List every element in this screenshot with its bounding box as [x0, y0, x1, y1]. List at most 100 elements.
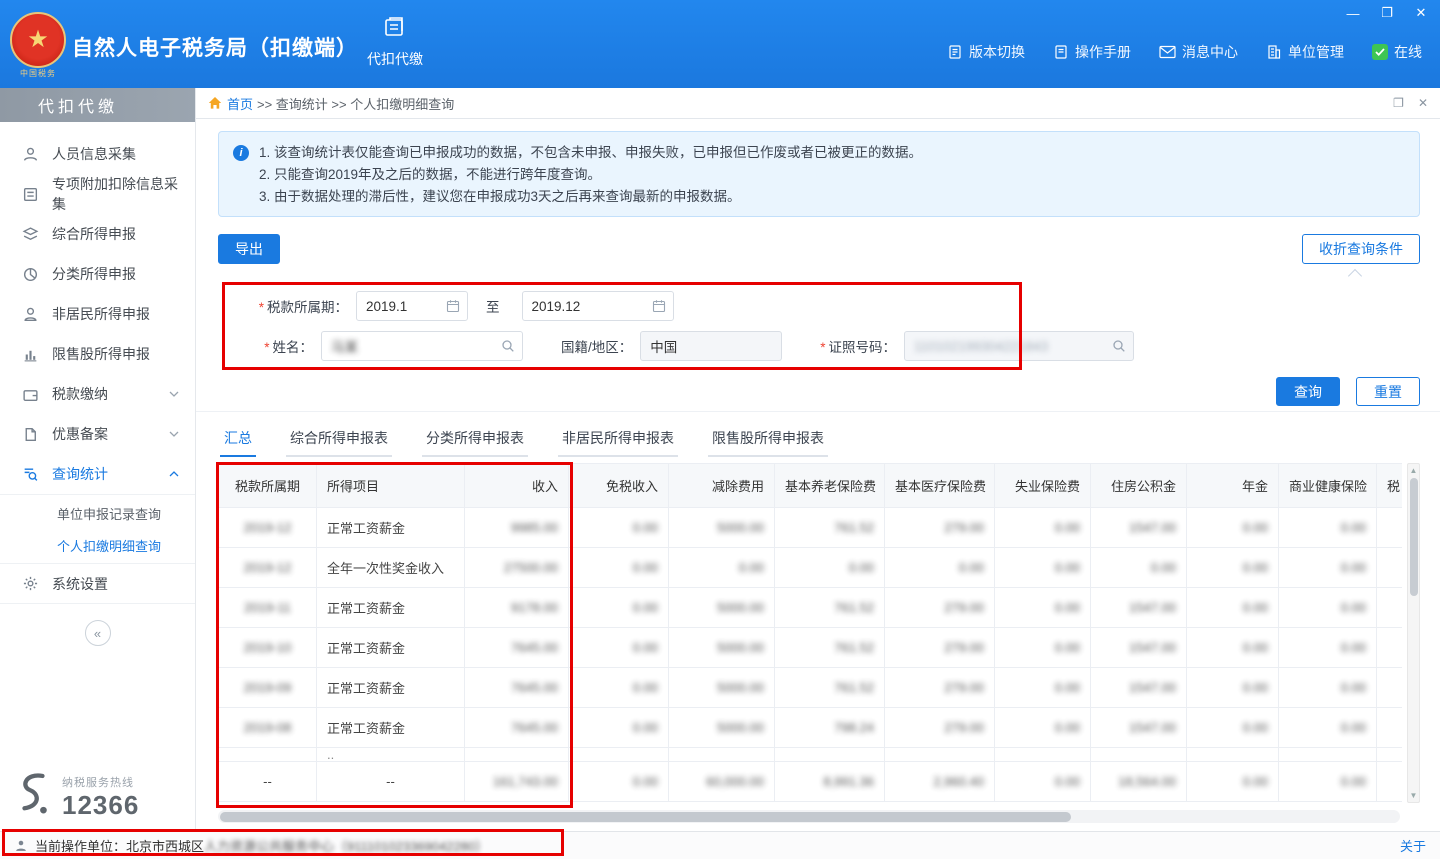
- emblem-star-icon: ★: [27, 28, 49, 52]
- table-row[interactable]: 2019-09正常工资薪金7645.000.005000.00761.52279…: [219, 668, 1403, 708]
- collapse-query-conditions-button[interactable]: 收折查询条件: [1302, 234, 1420, 264]
- reset-button[interactable]: 重置: [1356, 377, 1420, 406]
- table-cell: 9178.00: [465, 588, 569, 628]
- period-from-input[interactable]: 2019.1: [356, 291, 468, 321]
- table-cell: 0.00: [995, 762, 1091, 802]
- vertical-scroll-thumb[interactable]: [1410, 478, 1418, 596]
- person-icon: [22, 146, 39, 163]
- tab-comprehensive-income[interactable]: 综合所得申报表: [286, 421, 392, 457]
- column-header: 税款所属期: [219, 464, 317, 508]
- table-row[interactable]: 2019-11正常工资薪金9178.000.005000.00761.52279…: [219, 588, 1403, 628]
- query-button[interactable]: 查询: [1276, 377, 1340, 406]
- sidebar-item-comprehensive-income[interactable]: 综合所得申报: [0, 214, 195, 254]
- column-header: 失业保险费: [995, 464, 1091, 508]
- calendar-icon[interactable]: [446, 299, 460, 313]
- query-statistics-submenu: 单位申报记录查询 个人扣缴明细查询: [0, 494, 195, 564]
- table-cell: 0.00: [569, 628, 669, 668]
- tab-daikou-daijiao[interactable]: 代扣代缴: [352, 14, 438, 69]
- nationality-label: 国籍/地区：: [561, 336, 632, 356]
- sidebar-item-nonresident-income[interactable]: 非居民所得申报: [0, 294, 195, 334]
- column-header: 年金: [1187, 464, 1279, 508]
- table-cell: [569, 748, 669, 762]
- search-report-icon: [22, 466, 39, 483]
- hotline-logo-icon: [14, 771, 52, 817]
- document-icon: [947, 44, 963, 60]
- about-link[interactable]: 关于: [1400, 836, 1426, 855]
- table-row[interactable]: 2019-10正常工资薪金7645.000.005000.00761.52279…: [219, 628, 1403, 668]
- manual-icon: [1053, 44, 1069, 60]
- restore-button[interactable]: ❐: [1378, 5, 1396, 21]
- breadcrumb-home-link[interactable]: 首页: [227, 94, 253, 113]
- period-to-input[interactable]: 2019.12: [522, 291, 674, 321]
- tab-summary[interactable]: 汇总: [220, 421, 256, 457]
- sidebar-item-restricted-shares[interactable]: 限售股所得申报: [0, 334, 195, 374]
- table-cell: [1377, 628, 1403, 668]
- online-check-icon: [1372, 44, 1388, 60]
- sidebar-item-personal-withholding-detail-query[interactable]: 个人扣缴明细查询: [0, 529, 195, 561]
- id-number-input[interactable]: 110102199304221843: [904, 331, 1134, 361]
- table-row[interactable]: 2019-08正常工资薪金7645.000.005000.00798.24279…: [219, 708, 1403, 748]
- close-button[interactable]: ✕: [1412, 5, 1430, 21]
- sidebar-item-tax-payment[interactable]: 税款缴纳: [0, 374, 195, 414]
- chevron-down-icon: [169, 391, 179, 397]
- pie-chart-icon: [22, 266, 39, 283]
- minimize-button[interactable]: —: [1344, 5, 1362, 21]
- sidebar-item-system-settings[interactable]: 系统设置: [0, 564, 195, 604]
- table-cell: 2,960.40: [885, 762, 995, 802]
- building-icon: [1266, 44, 1282, 60]
- sidebar-item-preferential-filing[interactable]: 优惠备案: [0, 414, 195, 454]
- tab-restricted-shares[interactable]: 限售股所得申报表: [708, 421, 828, 457]
- name-input[interactable]: 马某: [321, 331, 523, 361]
- sidebar-item-unit-declaration-query[interactable]: 单位申报记录查询: [0, 497, 195, 529]
- table-row[interactable]: 2019-12全年一次性奖金收入27500.000.000.000.000.00…: [219, 548, 1403, 588]
- nav-message-center[interactable]: 消息中心: [1159, 42, 1238, 62]
- table-cell: 279.00: [885, 588, 995, 628]
- table-cell: 27500.00: [465, 548, 569, 588]
- form-list-icon: [22, 186, 39, 203]
- panel-restore-icon[interactable]: ❐: [1393, 96, 1404, 110]
- name-label: *姓名：: [218, 336, 313, 356]
- export-button[interactable]: 导出: [218, 234, 280, 264]
- panel-close-icon[interactable]: ✕: [1418, 96, 1428, 110]
- nav-online-status[interactable]: 在线: [1372, 42, 1422, 62]
- table-cell: 5000.00: [669, 668, 775, 708]
- table-cell: 正常工资薪金: [317, 588, 465, 628]
- sidebar-item-special-deduction[interactable]: 专项附加扣除信息采集: [0, 174, 195, 214]
- nationality-input[interactable]: 中国: [640, 331, 782, 361]
- nav-manual[interactable]: 操作手册: [1053, 42, 1131, 62]
- horizontal-scrollbar[interactable]: [218, 810, 1400, 823]
- scroll-down-arrow[interactable]: ▼: [1408, 791, 1419, 800]
- sidebar-collapse-button[interactable]: «: [85, 620, 111, 646]
- table-cell: [995, 748, 1091, 762]
- table-cell: [1377, 548, 1403, 588]
- tab-nonresident-income[interactable]: 非居民所得申报表: [558, 421, 678, 457]
- notice-line-1: 1. 该查询统计表仅能查询已申报成功的数据，不包含未申报、申报失败，已申报但已作…: [259, 142, 1405, 164]
- table-cell: 0.00: [1187, 548, 1279, 588]
- table-row[interactable]: 2019-12正常工资薪金9985.000.005000.00761.52279…: [219, 508, 1403, 548]
- sidebar: 代扣代缴 人员信息采集 专项附加扣除信息采集 综合所得申报 分类所得申报: [0, 88, 196, 831]
- search-icon[interactable]: [1112, 339, 1126, 353]
- sidebar-menu: 人员信息采集 专项附加扣除信息采集 综合所得申报 分类所得申报 非居民所得申报: [0, 122, 195, 646]
- nav-version-switch[interactable]: 版本切换: [947, 42, 1025, 62]
- calendar-icon[interactable]: [652, 299, 666, 313]
- table-cell: 8,991.36: [775, 762, 885, 802]
- sidebar-item-personnel-info[interactable]: 人员信息采集: [0, 134, 195, 174]
- search-icon[interactable]: [501, 339, 515, 353]
- tab-classified-income[interactable]: 分类所得申报表: [422, 421, 528, 457]
- horizontal-scroll-thumb[interactable]: [220, 812, 1071, 822]
- table-cell: 正常工资薪金: [317, 668, 465, 708]
- vertical-scrollbar[interactable]: ▲ ▼: [1407, 463, 1420, 803]
- scroll-up-arrow[interactable]: ▲: [1408, 466, 1419, 475]
- sidebar-item-label: 人员信息采集: [52, 144, 136, 164]
- table-cell: 1547.00: [1091, 708, 1187, 748]
- table-cell: 761.52: [775, 508, 885, 548]
- column-header: 所得项目: [317, 464, 465, 508]
- sidebar-item-label: 分类所得申报: [52, 264, 136, 284]
- sidebar-item-query-statistics[interactable]: 查询统计: [0, 454, 195, 494]
- table-cell: [1091, 748, 1187, 762]
- required-asterisk: *: [264, 340, 269, 355]
- sidebar-item-classified-income[interactable]: 分类所得申报: [0, 254, 195, 294]
- sidebar-item-label: 综合所得申报: [52, 224, 136, 244]
- panel-window-controls: ❐ ✕: [1393, 96, 1428, 110]
- nav-org-management[interactable]: 单位管理: [1266, 42, 1344, 62]
